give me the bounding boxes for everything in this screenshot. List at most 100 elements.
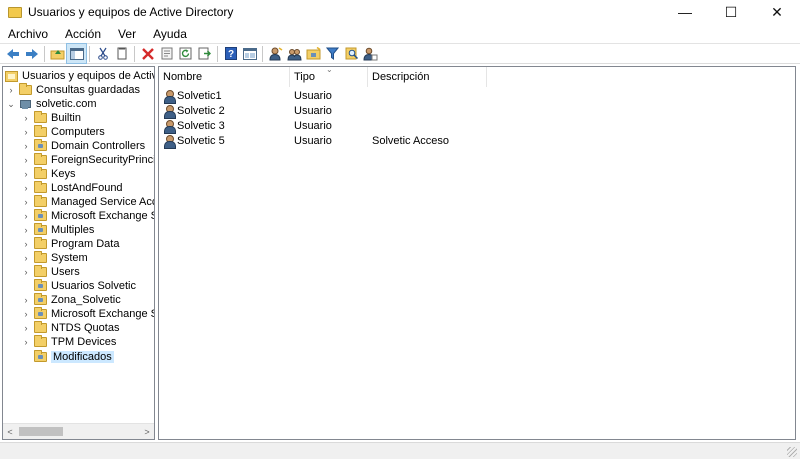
tree-node-managed-service-accounts[interactable]: › Managed Service Accour: [21, 195, 154, 209]
expand-chevron-icon[interactable]: ›: [21, 181, 31, 195]
cell-name: Solvetic 5: [164, 133, 225, 149]
resize-grip-icon[interactable]: [787, 447, 797, 457]
tree-node-label: solvetic.com: [36, 98, 97, 110]
tree-node-label: System: [51, 252, 88, 264]
back-button[interactable]: [3, 44, 22, 63]
tree-node-label: Keys: [51, 168, 76, 180]
expand-chevron-icon[interactable]: ›: [21, 293, 31, 307]
new-group-button[interactable]: [285, 44, 304, 63]
menu-bar: Archivo Acción Ver Ayuda: [0, 24, 800, 43]
scroll-left-button[interactable]: <: [3, 424, 17, 439]
list-row[interactable]: Solvetic 3 Usuario: [159, 118, 559, 134]
properties-button[interactable]: [157, 44, 176, 63]
column-header-descripcion[interactable]: Descripción: [368, 67, 487, 87]
tree-node-ntds-quotas[interactable]: › NTDS Quotas: [21, 321, 119, 335]
user-icon: [164, 119, 176, 134]
back-icon: [6, 48, 19, 59]
column-header-label: Nombre: [163, 71, 203, 83]
tree-node-saved-queries[interactable]: › Consultas guardadas: [6, 83, 140, 97]
tree-node-modificados[interactable]: Modificados: [21, 350, 114, 364]
list-row[interactable]: Solvetic 2 Usuario: [159, 103, 559, 119]
tree-node-computers[interactable]: › Computers: [21, 125, 105, 139]
user-name: Solvetic 2: [177, 104, 225, 117]
scroll-thumb[interactable]: [19, 427, 63, 436]
ou-folder-icon: [34, 293, 47, 305]
expand-chevron-icon[interactable]: ›: [21, 167, 31, 181]
maximize-button[interactable]: ☐: [708, 0, 754, 24]
horizontal-scrollbar[interactable]: < >: [3, 423, 154, 439]
expand-chevron-icon[interactable]: ›: [21, 237, 31, 251]
filter-button[interactable]: [323, 44, 342, 63]
list-row[interactable]: Solvetic1 Usuario: [159, 88, 559, 104]
tree-node-label: ForeignSecurityPrincipals: [51, 154, 154, 166]
expand-chevron-icon[interactable]: ›: [21, 139, 31, 153]
copy-button[interactable]: [112, 44, 131, 63]
tree-node-usuarios-solvetic[interactable]: Usuarios Solvetic: [21, 279, 136, 293]
tree-node-foreign-security-principals[interactable]: › ForeignSecurityPrincipals: [21, 153, 154, 167]
expand-chevron-icon[interactable]: ›: [21, 125, 31, 139]
add-to-group-button[interactable]: [361, 44, 380, 63]
expand-chevron-icon[interactable]: ›: [21, 307, 31, 321]
sort-indicator-icon: ⌄: [326, 66, 333, 74]
user-icon: [164, 134, 176, 149]
expand-chevron-icon[interactable]: ›: [21, 335, 31, 349]
console-button[interactable]: [240, 44, 259, 63]
window-title: Usuarios y equipos de Active Directory: [28, 5, 234, 19]
forward-button[interactable]: [22, 44, 41, 63]
minimize-button[interactable]: —: [662, 0, 708, 24]
tree-node-microsoft-exchange-system[interactable]: › Microsoft Exchange Syste: [21, 307, 154, 321]
scroll-right-button[interactable]: >: [140, 424, 154, 439]
menu-ayuda[interactable]: Ayuda: [145, 27, 196, 41]
menu-archivo[interactable]: Archivo: [0, 27, 57, 41]
tree-node-tpm-devices[interactable]: › TPM Devices: [21, 335, 116, 349]
expand-chevron-icon[interactable]: ›: [21, 223, 31, 237]
tree-node-system[interactable]: › System: [21, 251, 88, 265]
tree-node-multiples[interactable]: › Multiples: [21, 223, 94, 237]
user-name: Solvetic 5: [177, 134, 225, 147]
new-group-icon: [287, 48, 302, 60]
column-header-label: Descripción: [372, 71, 430, 83]
menu-ver[interactable]: Ver: [110, 27, 145, 41]
list-row[interactable]: Solvetic 5 Usuario Solvetic Acceso: [159, 133, 559, 149]
expand-chevron-icon[interactable]: ›: [21, 111, 31, 125]
tree-node-program-data[interactable]: › Program Data: [21, 237, 119, 251]
expand-chevron-icon[interactable]: ›: [21, 153, 31, 167]
console-root-icon: [5, 70, 18, 82]
tree-node-users[interactable]: › Users: [21, 265, 80, 279]
tree-node-label: Consultas guardadas: [36, 84, 140, 96]
tree-node-lost-and-found[interactable]: › LostAndFound: [21, 181, 123, 195]
refresh-button[interactable]: [176, 44, 195, 63]
show-hide-tree-button[interactable]: [66, 43, 87, 64]
tree-node-builtin[interactable]: › Builtin: [21, 111, 81, 125]
expand-chevron-icon[interactable]: ›: [21, 195, 31, 209]
export-list-button[interactable]: [195, 44, 214, 63]
folder-icon: [34, 251, 47, 263]
collapse-chevron-icon[interactable]: ⌄: [6, 97, 16, 111]
expand-chevron-icon[interactable]: ›: [21, 321, 31, 335]
help-button[interactable]: ?: [221, 44, 240, 63]
tree-node-root[interactable]: Usuarios y equipos de Active Dir: [5, 69, 154, 83]
window-controls: — ☐ ✕: [662, 0, 800, 24]
tree-node-zona-solvetic[interactable]: › Zona_Solvetic: [21, 293, 121, 307]
cell-type: Usuario: [294, 119, 332, 132]
expand-chevron-icon[interactable]: ›: [6, 83, 16, 97]
close-button[interactable]: ✕: [754, 0, 800, 24]
new-ou-button[interactable]: [304, 44, 323, 63]
new-user-button[interactable]: [266, 44, 285, 63]
tree-node-domain-controllers[interactable]: › Domain Controllers: [21, 139, 145, 153]
column-header-tipo[interactable]: ⌄ Tipo: [290, 67, 368, 87]
expand-chevron-icon[interactable]: ›: [21, 251, 31, 265]
cut-button[interactable]: [93, 44, 112, 63]
tree-node-domain[interactable]: ⌄ solvetic.com: [6, 97, 97, 111]
column-header-nombre[interactable]: Nombre: [159, 67, 290, 87]
find-button[interactable]: [342, 44, 361, 63]
up-button[interactable]: [48, 44, 67, 63]
tree-node-keys[interactable]: › Keys: [21, 167, 75, 181]
expand-chevron-icon[interactable]: ›: [21, 265, 31, 279]
expand-chevron-icon[interactable]: ›: [21, 209, 31, 223]
tree-node-label: TPM Devices: [51, 336, 117, 348]
cell-type: Usuario: [294, 134, 332, 147]
delete-button[interactable]: [138, 44, 157, 63]
menu-accion[interactable]: Acción: [57, 27, 110, 41]
tree-node-microsoft-exchange-security[interactable]: › Microsoft Exchange Secu: [21, 209, 154, 223]
